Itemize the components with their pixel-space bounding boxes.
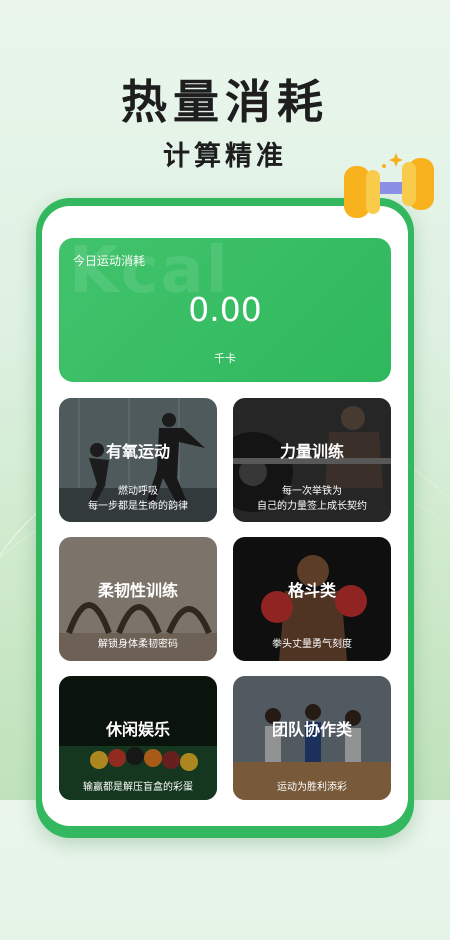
tile-title: 团队协作类 (271, 720, 352, 739)
category-tile-aerobic[interactable]: 有氧运动 燃动呼吸 每一步都是生命的韵律 (59, 398, 217, 522)
tile-description: 运动为胜利添彩 (277, 782, 347, 793)
tile-title: 休闲娱乐 (105, 720, 170, 739)
category-tile-team[interactable]: 团队协作类 运动为胜利添彩 (233, 676, 391, 800)
category-tile-leisure[interactable]: 休闲娱乐 输赢都是解压盲盒的彩蛋 (59, 676, 217, 800)
kcal-unit: 千卡 (214, 352, 236, 365)
tile-title: 柔韧性训练 (97, 581, 178, 600)
category-tile-combat[interactable]: 格斗类 拳头丈量勇气刻度 (233, 537, 391, 661)
kcal-summary-card[interactable]: Kcal 今日运动消耗 0.00 千卡 (59, 238, 391, 382)
tile-description: 输赢都是解压盲盒的彩蛋 (83, 782, 193, 793)
kcal-label: 今日运动消耗 (73, 254, 146, 268)
category-tile-flexibility[interactable]: 柔韧性训练 解锁身体柔韧密码 (59, 537, 217, 661)
tile-title: 格斗类 (287, 581, 336, 600)
tile-description: 解锁身体柔韧密码 (98, 639, 178, 650)
tile-description: 拳头丈量勇气刻度 (272, 639, 352, 650)
tile-title: 力量训练 (279, 442, 344, 461)
kcal-value: 0.00 (188, 290, 262, 329)
hero-title: 热量消耗 (121, 75, 329, 129)
tile-title: 有氧运动 (105, 442, 170, 461)
tile-description: 每一次举铁为 自己的力量签上成长契约 (257, 486, 367, 512)
tile-description: 燃动呼吸 每一步都是生命的韵律 (88, 486, 188, 512)
category-tile-strength[interactable]: 力量训练 每一次举铁为 自己的力量签上成长契约 (233, 398, 391, 522)
dumbbell-icon (344, 153, 434, 218)
